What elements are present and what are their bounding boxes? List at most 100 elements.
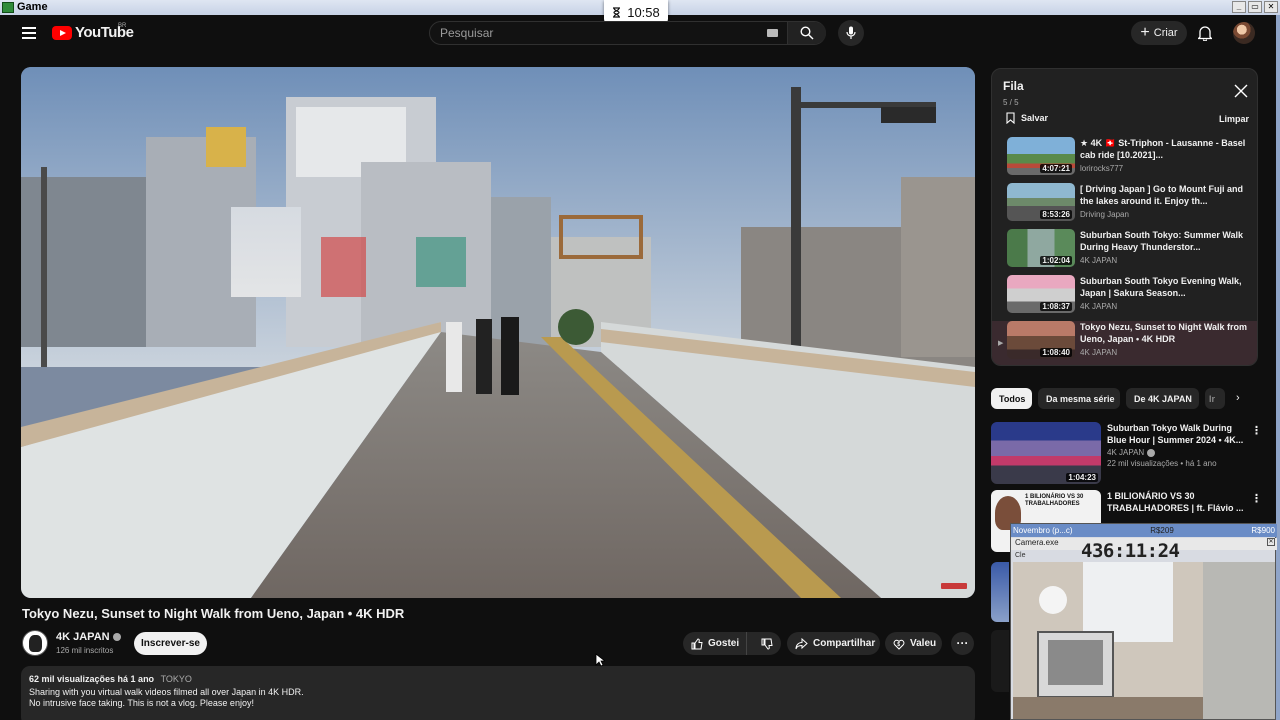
- channel-name-text: 4K JAPAN: [1107, 448, 1145, 457]
- more-options-icon[interactable]: ⋮: [1251, 492, 1262, 505]
- close-icon[interactable]: ✕: [1267, 538, 1275, 546]
- video-thumbnail[interactable]: [991, 562, 1009, 622]
- description-line: No intrusive face taking. This is not a …: [29, 698, 254, 708]
- video-thumbnail[interactable]: [991, 630, 1009, 692]
- overlay-caption: Cle: [1015, 552, 1026, 559]
- account-avatar[interactable]: [1233, 22, 1255, 44]
- thumbs-up-icon: [691, 637, 703, 649]
- video-thumbnail[interactable]: 8:53:26: [1007, 183, 1075, 221]
- camera-title: Camera.exe: [1015, 538, 1059, 547]
- chevron-right-icon[interactable]: ›: [1236, 392, 1240, 404]
- queue-item-title[interactable]: ★ 4K 🇨🇭 St-Triphon - Lausanne - Basel ca…: [1080, 137, 1248, 161]
- chip-related[interactable]: Ir: [1205, 388, 1225, 409]
- queue-title: Fila: [1003, 79, 1024, 93]
- maximize-button[interactable]: ▭: [1248, 1, 1262, 13]
- microphone-icon: [846, 26, 856, 39]
- chip-all[interactable]: Todos: [991, 388, 1032, 409]
- create-label: Criar: [1153, 27, 1178, 39]
- description-tag[interactable]: TOKYO: [161, 674, 192, 684]
- like-button[interactable]: Gostei: [683, 632, 748, 655]
- channel-avatar[interactable]: [22, 630, 48, 656]
- app-icon: [2, 2, 14, 13]
- keyboard-icon[interactable]: [767, 29, 778, 37]
- queue-item[interactable]: 1:02:04 Suburban South Tokyo: Summer Wal…: [992, 229, 1257, 275]
- like-label: Gostei: [708, 638, 740, 649]
- search-bar: [429, 21, 826, 45]
- chip-from-channel[interactable]: De 4K JAPAN: [1126, 388, 1199, 409]
- mouse-cursor-icon: [595, 653, 605, 667]
- menu-icon[interactable]: [22, 27, 36, 39]
- video-thumbnail[interactable]: 1:08:40: [1007, 321, 1075, 359]
- duration-badge: 1:02:04: [1040, 256, 1072, 265]
- video-title: Tokyo Nezu, Sunset to Night Walk from Ue…: [22, 606, 405, 621]
- more-actions-button[interactable]: ···: [951, 632, 974, 655]
- share-icon: [795, 637, 808, 649]
- queue-item[interactable]: 8:53:26 [ Driving Japan ] Go to Mount Fu…: [992, 183, 1257, 229]
- subscriber-count: 126 mil inscritos: [56, 646, 114, 655]
- channel-name[interactable]: 4K JAPAN: [56, 631, 121, 643]
- webcam-image: [1013, 562, 1275, 719]
- queue-item-channel: 4K JAPAN: [1080, 302, 1118, 311]
- thumbs-down-icon: [761, 638, 773, 650]
- queue-item-title[interactable]: Suburban South Tokyo: Summer Walk During…: [1080, 229, 1248, 253]
- plus-icon: +: [1140, 24, 1150, 41]
- share-label: Compartilhar: [813, 638, 876, 649]
- close-icon[interactable]: [1233, 83, 1249, 99]
- recommendation-channel: 4K JAPAN: [1107, 448, 1247, 457]
- overlay-left-label: Novembro (p...c): [1013, 526, 1073, 535]
- recommendation-title[interactable]: Suburban Tokyo Walk During Blue Hour | S…: [1107, 422, 1247, 446]
- thanks-label: Valeu: [910, 638, 937, 649]
- bookmark-icon: [1006, 112, 1015, 124]
- more-options-icon[interactable]: ⋮: [1251, 424, 1262, 437]
- recommendation-title[interactable]: 1 BILIONÁRIO VS 30 TRABALHADORES | ft. F…: [1107, 490, 1247, 514]
- chip-same-series[interactable]: Da mesma série: [1038, 388, 1120, 409]
- webcam-feed: [1013, 562, 1275, 719]
- save-queue-button[interactable]: Salvar: [1006, 112, 1048, 124]
- subscribe-button[interactable]: Inscrever-se: [134, 632, 207, 655]
- recommendation-item[interactable]: 1:04:23 Suburban Tokyo Walk During Blue …: [991, 422, 1262, 484]
- queue-item-current[interactable]: ▶ 1:08:40 Tokyo Nezu, Sunset to Night Wa…: [992, 321, 1257, 365]
- thanks-button[interactable]: $ Valeu: [885, 632, 942, 655]
- voice-search-button[interactable]: [838, 20, 864, 46]
- search-input[interactable]: [440, 25, 760, 41]
- overlay-mid-value: R$209: [1150, 526, 1174, 535]
- window-controls: _ ▭ ✕: [1232, 1, 1278, 13]
- region-code: BR: [118, 23, 127, 29]
- video-player[interactable]: [21, 67, 975, 598]
- now-playing-icon: ▶: [998, 340, 1004, 347]
- close-window-button[interactable]: ✕: [1264, 1, 1278, 13]
- hourglass-icon: [613, 6, 621, 18]
- video-thumbnail[interactable]: 1:02:04: [1007, 229, 1075, 267]
- queue-item-title[interactable]: Suburban South Tokyo Evening Walk, Japan…: [1080, 275, 1248, 299]
- like-dislike-group: Gostei: [683, 632, 781, 655]
- minimize-button[interactable]: _: [1232, 1, 1246, 13]
- window-edge: [1276, 15, 1280, 720]
- video-thumbnail[interactable]: 4:07:21: [1007, 137, 1075, 175]
- verified-icon: [112, 633, 121, 641]
- create-button[interactable]: + Criar: [1131, 21, 1187, 45]
- share-button[interactable]: Compartilhar: [787, 632, 880, 655]
- clear-queue-button[interactable]: Limpar: [1219, 114, 1249, 124]
- search-button[interactable]: [788, 22, 826, 44]
- svg-text:$: $: [897, 642, 900, 648]
- queue-item-channel: 4K JAPAN: [1080, 256, 1118, 265]
- youtube-play-icon: [52, 25, 72, 40]
- duration-badge: 1:04:23: [1066, 473, 1098, 482]
- queue-count: 5 / 5: [1003, 98, 1019, 107]
- description-box[interactable]: 62 mil visualizações há 1 ano TOKYO Shar…: [21, 666, 975, 720]
- queue-item[interactable]: 4:07:21 ★ 4K 🇨🇭 St-Triphon - Lausanne - …: [992, 137, 1257, 183]
- queue-item[interactable]: 1:08:37 Suburban South Tokyo Evening Wal…: [992, 275, 1257, 321]
- hdr-badge: [941, 583, 967, 589]
- dislike-button[interactable]: [752, 638, 781, 650]
- video-thumbnail[interactable]: 1:08:37: [1007, 275, 1075, 313]
- overlay-status-bar: Novembro (p...c) R$209 R$900: [1011, 524, 1277, 537]
- overlay-right-value: R$900: [1251, 526, 1275, 535]
- queue-item-channel: 4K JAPAN: [1080, 348, 1118, 357]
- overlay-timer: 436:11:24: [1081, 540, 1180, 562]
- notifications-bell-icon[interactable]: [1198, 25, 1212, 41]
- video-thumbnail[interactable]: 1:04:23: [991, 422, 1101, 484]
- queue-item-title[interactable]: [ Driving Japan ] Go to Mount Fuji and t…: [1080, 183, 1248, 207]
- queue-item-title[interactable]: Tokyo Nezu, Sunset to Night Walk from Ue…: [1080, 321, 1248, 345]
- queue-item-channel: lorirocks777: [1080, 164, 1124, 173]
- channel-name-text[interactable]: 4K JAPAN: [56, 631, 110, 643]
